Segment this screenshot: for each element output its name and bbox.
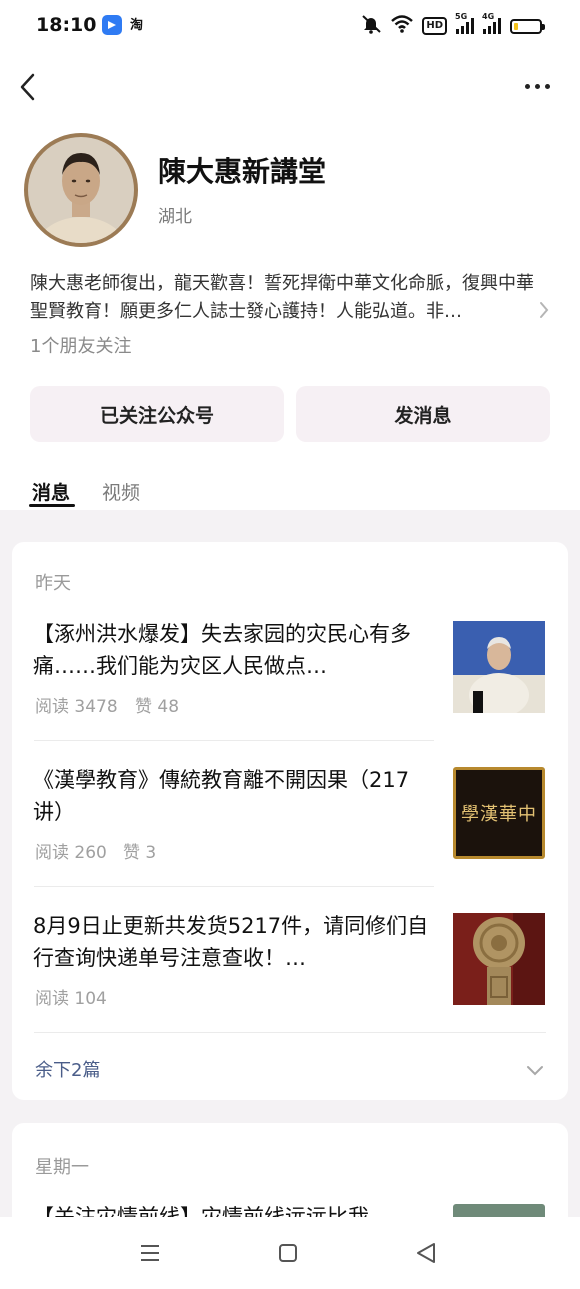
triangle-back-icon	[417, 1243, 435, 1263]
tab-videos[interactable]: 视频	[102, 478, 140, 505]
status-time: 18:10	[36, 14, 97, 36]
back-button[interactable]	[18, 72, 38, 106]
article-title: 【涿州洪水爆发】失去家园的灾民心有多痛……我们能为灾区人民做点…	[33, 622, 411, 678]
more-options-button[interactable]	[525, 84, 550, 89]
feed-group-card: 昨天 【涿州洪水爆发】失去家园的灾民心有多痛……我们能为灾区人民做点… 阅读 3…	[12, 542, 568, 1100]
article-thumbnail: 學漢華中	[453, 767, 545, 859]
battery-icon	[510, 18, 545, 34]
square-icon	[279, 1244, 297, 1262]
signal-5g-icon: 5G	[455, 12, 474, 34]
article-item[interactable]: 【涿州洪水爆发】失去家园的灾民心有多痛……我们能为灾区人民做点… 阅读 3478…	[33, 618, 553, 718]
chevron-right-icon[interactable]	[538, 300, 550, 324]
menu-icon	[141, 1245, 159, 1261]
article-item[interactable]: 《漢學教育》傳統教育離不開因果（217讲） 阅读 260 赞 3 學漢華中	[33, 764, 553, 864]
article-reads: 阅读 104	[35, 989, 107, 1009]
followed-account-button[interactable]: 已关注公众号	[30, 386, 284, 442]
article-thumbnail	[453, 913, 545, 1005]
group-date: 昨天	[35, 573, 71, 594]
article-title: 《漢學教育》傳統教育離不開因果（217讲）	[33, 768, 410, 824]
tab-messages[interactable]: 消息	[32, 478, 70, 505]
signal-4g-icon: 4G	[482, 12, 501, 34]
account-region: 湖北	[158, 207, 192, 227]
home-nav-button[interactable]	[278, 1243, 298, 1267]
wifi-icon	[391, 15, 414, 37]
tasks-app-icon	[102, 15, 122, 35]
article-divider	[34, 740, 434, 741]
article-item[interactable]: 8月9日止更新共发货5217件，请同修们自行查询快递单号注意查收！… 阅读 10…	[33, 910, 553, 1010]
more-dots-icon	[525, 84, 530, 89]
remaining-articles-link: 余下2篇	[35, 1060, 101, 1081]
account-name: 陳大惠新講堂	[158, 155, 327, 188]
article-title: 8月9日止更新共发货5217件，请同修们自行查询快递单号注意查收！…	[33, 914, 429, 970]
thumbnail-caption: 學漢華中	[461, 804, 537, 825]
article-thumbnail	[453, 621, 545, 717]
article-reads: 阅读 3478	[35, 697, 118, 717]
hd-badge: HD	[422, 17, 447, 35]
chevron-down-icon	[526, 1062, 544, 1081]
menu-nav-button[interactable]	[139, 1243, 161, 1267]
article-divider	[34, 886, 434, 887]
active-tab-indicator	[29, 504, 75, 507]
account-bio[interactable]: 陳大惠老師復出，龍天歡喜！誓死捍衛中華文化命脈，復興中華聖賢教育！願更多仁人誌士…	[30, 270, 540, 326]
article-likes: 赞 3	[123, 843, 157, 863]
chevron-left-icon	[20, 73, 35, 101]
avatar[interactable]	[24, 133, 138, 247]
taobao-app-icon: 淘	[130, 18, 144, 33]
mute-bell-icon	[360, 14, 382, 38]
article-reads: 阅读 260	[35, 843, 107, 863]
group-date: 星期一	[35, 1157, 89, 1178]
article-likes: 赞 48	[135, 697, 180, 717]
expand-remaining-articles[interactable]: 余下2篇	[34, 1032, 546, 1100]
status-icons: HD 5G 4G	[360, 12, 545, 38]
friends-following: 1个朋友关注	[30, 336, 132, 357]
back-nav-button[interactable]	[415, 1242, 437, 1268]
system-nav-bar	[0, 1217, 580, 1289]
send-message-button[interactable]: 发消息	[296, 386, 550, 442]
